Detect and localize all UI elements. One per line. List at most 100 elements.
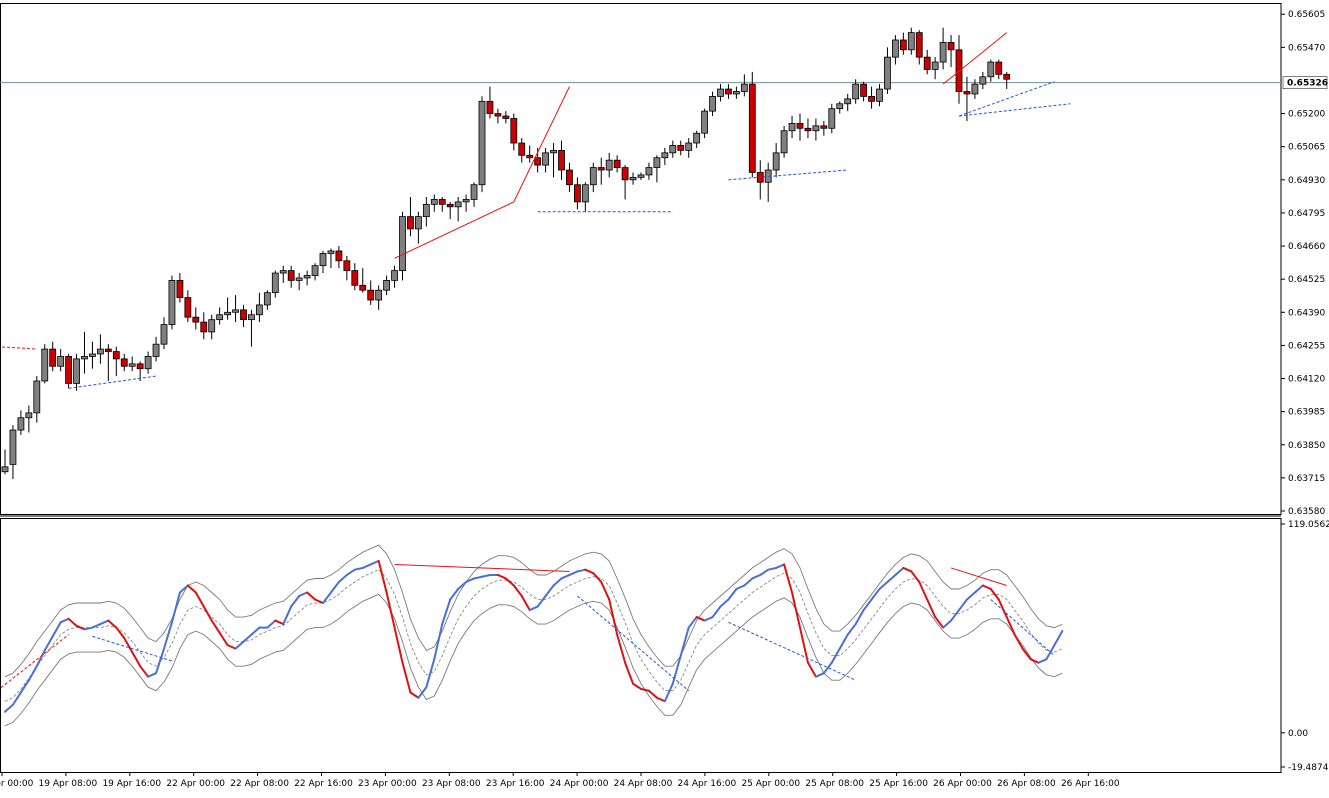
oscillator-segment-down xyxy=(131,651,142,668)
oscillator-segment-up xyxy=(481,573,491,578)
time-tick-label: 26 Apr 16:00 xyxy=(1061,779,1120,789)
bear-candle xyxy=(748,83,756,173)
bearish-divergence-line xyxy=(394,563,570,572)
time-tick-label: 22 Apr 16:00 xyxy=(294,779,353,789)
oscillator-segment-up xyxy=(814,672,825,678)
candles xyxy=(1,27,1011,480)
oscillator-segment-up xyxy=(950,609,960,622)
oscillator-segment-up xyxy=(170,591,181,624)
oscillator-segment-down xyxy=(902,566,913,573)
bull-candle xyxy=(73,358,80,384)
indicator-axis: 119.0562 0.00 -19.4874 xyxy=(1281,520,1329,773)
time-tick-label: 25 Apr 08:00 xyxy=(805,779,864,789)
bull-candle xyxy=(1,466,9,473)
oscillator-segment-up xyxy=(1053,630,1064,647)
oscillator-segment-up xyxy=(767,566,778,571)
oscillator-segment-up xyxy=(4,703,14,713)
bull-candle xyxy=(57,356,65,367)
oscillator-segment-up xyxy=(552,577,563,587)
oscillator-segment-up xyxy=(19,679,30,694)
time-tick-label: 25 Apr 00:00 xyxy=(741,779,800,789)
oscillator-segment-up xyxy=(43,635,54,652)
oscillator-segment-down xyxy=(1021,647,1032,661)
price-tick-label: 0.63580 xyxy=(1288,507,1325,517)
oscillator-segment-up xyxy=(282,605,293,626)
oscillator-segment-up xyxy=(536,595,547,608)
bear-candle xyxy=(335,250,343,262)
oscillator-segment-up xyxy=(576,568,587,573)
price-tick-label: 0.63715 xyxy=(1288,474,1325,484)
oscillator-segment-down xyxy=(632,682,642,690)
bear-candle xyxy=(351,270,359,286)
oscillator-segment-up xyxy=(711,605,722,619)
bear-candle xyxy=(820,125,828,129)
time-tick-label: 24 Apr 08:00 xyxy=(614,779,673,789)
bear-candle xyxy=(343,260,351,271)
time-tick-label: 23 Apr 16:00 xyxy=(486,779,545,789)
oscillator-segment-up xyxy=(369,559,380,566)
bull-candle xyxy=(327,250,335,254)
oscillator-segment-up xyxy=(59,617,70,624)
indicator-tick-label: 0.00 xyxy=(1288,729,1308,739)
oscillator-segment-down xyxy=(791,591,801,629)
oscillator-segment-down xyxy=(926,598,937,619)
oscillator-segment-up xyxy=(775,563,786,569)
price-tick-label: 0.64525 xyxy=(1288,275,1325,285)
oscillator-segment-down xyxy=(186,584,197,594)
bear-candle xyxy=(566,169,573,186)
oscillator-segment-down xyxy=(783,563,794,594)
bull-candle xyxy=(884,56,891,90)
bearish-divergence-line xyxy=(942,32,1008,85)
oscillator-segment-down xyxy=(640,687,650,692)
oscillator-segment-up xyxy=(822,661,833,675)
bull-candle xyxy=(263,292,271,306)
bull-candle xyxy=(383,279,391,291)
bullish-divergence-line xyxy=(92,635,173,662)
oscillator-segment-down xyxy=(385,591,396,629)
oscillator-segment-down xyxy=(226,644,237,650)
oscillator-segment-down xyxy=(512,584,523,598)
oscillator-segment-up xyxy=(759,568,770,576)
oscillator-segment-down xyxy=(377,559,388,594)
oscillator-segment-up xyxy=(11,691,22,706)
bull-candle xyxy=(581,184,589,203)
oscillator-segment-up xyxy=(735,584,746,590)
oscillator-segment-up xyxy=(353,566,364,571)
oscillator-segment-up xyxy=(99,619,110,626)
bull-candle xyxy=(701,110,708,134)
bull-candle xyxy=(208,319,216,333)
indicator-panel-border xyxy=(0,518,1282,773)
price-tick-label: 0.65605 xyxy=(1288,10,1325,20)
oscillator-segment-up xyxy=(965,591,976,601)
price-tick-label: 0.64930 xyxy=(1288,176,1325,186)
bear-candle xyxy=(510,118,518,144)
time-axis: 19 Apr 00:00 19 Apr 08:00 19 Apr 16:00 22 A… xyxy=(0,772,1120,789)
oscillator-segment-up xyxy=(942,619,953,629)
oscillator-segment-up xyxy=(878,580,889,590)
price-tick-label: 0.65200 xyxy=(1288,110,1325,120)
bear-candle xyxy=(868,96,875,102)
oscillator-segment-down xyxy=(910,570,921,583)
bear-candle xyxy=(446,203,454,208)
oscillator-segment-down xyxy=(1013,633,1024,650)
oscillator-segment-up xyxy=(528,605,539,612)
bull-candle xyxy=(733,91,740,95)
oscillator-segment-down xyxy=(202,605,213,622)
bull-candle xyxy=(653,157,661,168)
price-tick-label: 0.64120 xyxy=(1288,375,1325,385)
lower-band xyxy=(4,593,1063,727)
bull-candle xyxy=(81,356,88,360)
oscillator-segment-down xyxy=(616,633,627,664)
oscillator-segment-up xyxy=(568,570,579,576)
bear-candle xyxy=(526,154,534,159)
bear-candle xyxy=(923,56,931,70)
bull-candle xyxy=(391,270,398,281)
bear-candle xyxy=(184,297,192,318)
bearish-divergence-line xyxy=(950,567,1007,586)
bull-candle xyxy=(979,76,987,85)
bear-candle xyxy=(112,351,120,360)
oscillator-segment-down xyxy=(393,626,404,664)
bull-candle xyxy=(589,167,597,186)
bull-candle xyxy=(605,159,613,171)
oscillator-segment-up xyxy=(147,672,158,678)
